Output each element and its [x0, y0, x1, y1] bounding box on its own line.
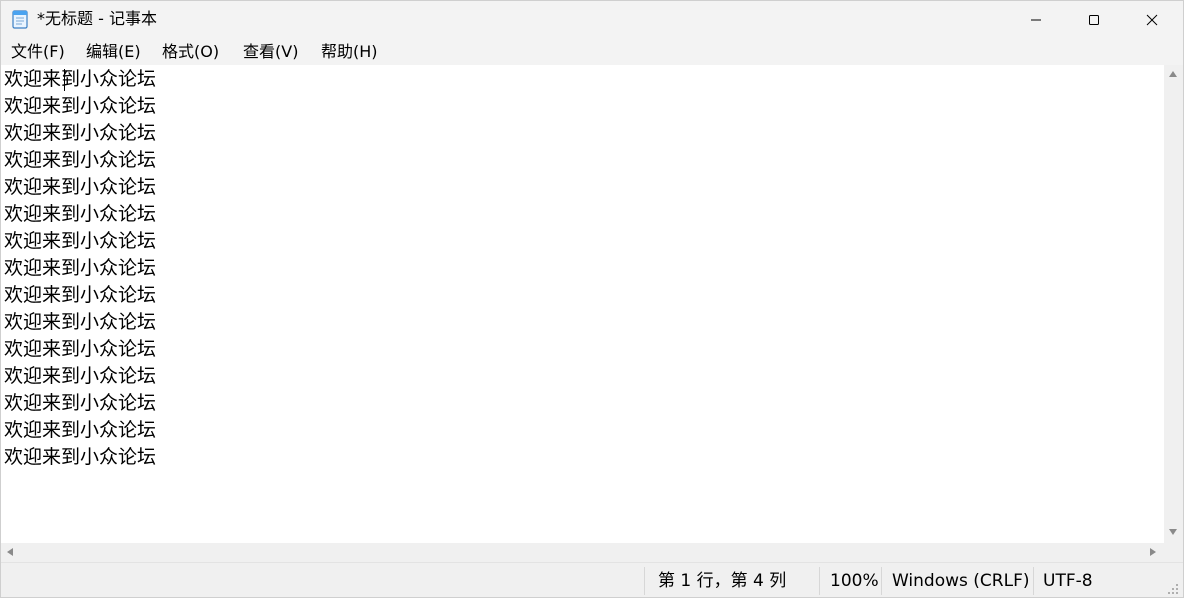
close-icon: [1146, 14, 1158, 26]
menu-file[interactable]: 文件(F): [11, 42, 65, 62]
resize-grip-icon[interactable]: [1166, 581, 1180, 595]
menu-edit[interactable]: 编辑(E): [86, 42, 141, 62]
text-line: 欢迎来到小众论坛: [4, 176, 157, 198]
text-caret: [64, 69, 65, 91]
cursor-position: 第 1 行，第 4 列: [658, 571, 787, 591]
close-button[interactable]: [1123, 1, 1181, 39]
notepad-icon: [11, 9, 29, 29]
text-line: 欢迎来到小众论坛: [4, 230, 157, 252]
encoding: UTF-8: [1043, 571, 1093, 591]
menu-format[interactable]: 格式(O): [162, 42, 219, 62]
text-line: 欢迎来到小众论坛: [4, 203, 157, 225]
text-line: 欢迎来到小众论坛: [4, 68, 157, 90]
window-title: *无标题 - 记事本: [37, 9, 157, 28]
vertical-scrollbar[interactable]: [1164, 65, 1183, 543]
horizontal-scrollbar[interactable]: [1, 543, 1164, 562]
text-line: 欢迎来到小众论坛: [4, 419, 157, 441]
scroll-right-icon[interactable]: [1150, 548, 1156, 556]
minimize-button[interactable]: [1007, 1, 1065, 39]
line-ending: Windows (CRLF): [892, 571, 1030, 591]
status-bar: 第 1 行，第 4 列 100% Windows (CRLF) UTF-8: [1, 562, 1183, 597]
maximize-button[interactable]: [1065, 1, 1123, 39]
menu-view[interactable]: 查看(V): [243, 42, 298, 62]
zoom-level: 100%: [830, 571, 879, 591]
text-line: 欢迎来到小众论坛: [4, 122, 157, 144]
text-line: 欢迎来到小众论坛: [4, 149, 157, 171]
notepad-window: *无标题 - 记事本 文件(F) 编辑(E) 格式(O) 查看(V) 帮助(H)…: [0, 0, 1184, 598]
status-separator: [881, 567, 882, 595]
text-line: 欢迎来到小众论坛: [4, 95, 157, 117]
status-separator: [1033, 567, 1034, 595]
text-editor[interactable]: 欢迎来到小众论坛 欢迎来到小众论坛 欢迎来到小众论坛 欢迎来到小众论坛 欢迎来到…: [1, 65, 1164, 543]
menu-bar: 文件(F) 编辑(E) 格式(O) 查看(V) 帮助(H): [1, 39, 1183, 65]
text-line: 欢迎来到小众论坛: [4, 284, 157, 306]
menu-help[interactable]: 帮助(H): [321, 42, 378, 62]
text-line: 欢迎来到小众论坛: [4, 365, 157, 387]
maximize-icon: [1088, 14, 1100, 26]
scroll-down-icon[interactable]: [1169, 529, 1177, 535]
title-bar[interactable]: *无标题 - 记事本: [1, 1, 1183, 39]
scroll-left-icon[interactable]: [7, 548, 13, 556]
minimize-icon: [1030, 14, 1042, 26]
text-line: 欢迎来到小众论坛: [4, 257, 157, 279]
status-separator: [819, 567, 820, 595]
text-line: 欢迎来到小众论坛: [4, 392, 157, 414]
text-line: 欢迎来到小众论坛: [4, 338, 157, 360]
scroll-up-icon[interactable]: [1169, 71, 1177, 77]
text-line: 欢迎来到小众论坛: [4, 311, 157, 333]
text-line: 欢迎来到小众论坛: [4, 446, 157, 468]
status-separator: [644, 567, 645, 595]
scrollbar-corner: [1164, 543, 1183, 562]
